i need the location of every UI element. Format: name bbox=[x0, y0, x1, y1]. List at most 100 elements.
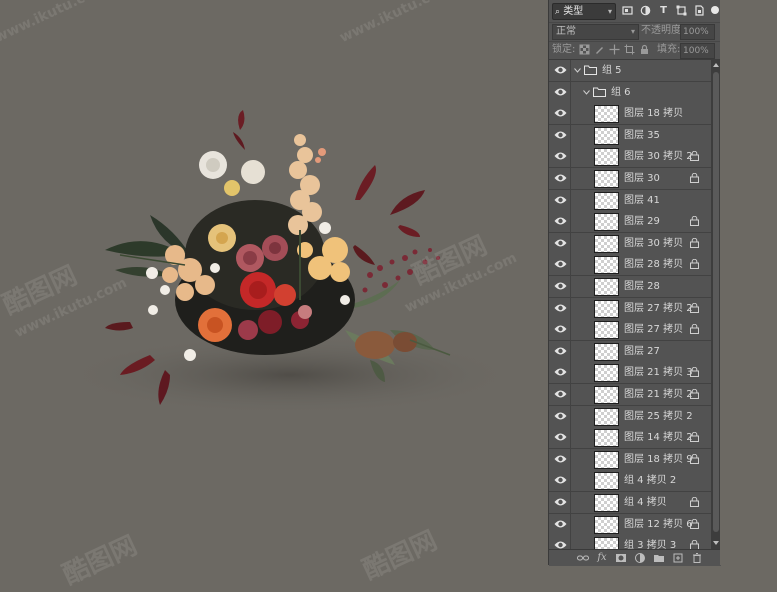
visibility-eye-icon[interactable] bbox=[554, 389, 567, 399]
pixel-filter-icon[interactable] bbox=[622, 5, 633, 16]
visibility-eye-icon[interactable] bbox=[554, 367, 567, 377]
scroll-up-icon[interactable] bbox=[713, 63, 719, 67]
layer-thumbnail[interactable] bbox=[594, 472, 619, 491]
layer-row[interactable]: 组 4 拷贝 2 bbox=[549, 470, 711, 493]
visibility-eye-icon[interactable] bbox=[554, 173, 567, 183]
layer-name[interactable]: 组 4 拷贝 2 bbox=[624, 470, 676, 491]
visibility-eye-icon[interactable] bbox=[554, 87, 567, 97]
visibility-eye-icon[interactable] bbox=[554, 130, 567, 140]
chevron-down-icon[interactable] bbox=[574, 67, 581, 74]
layer-name[interactable]: 图层 14 拷贝 2 bbox=[624, 427, 693, 448]
layer-row[interactable]: 图层 35 bbox=[549, 124, 711, 147]
smart-object-filter-icon[interactable] bbox=[694, 5, 705, 16]
layer-name[interactable]: 图层 27 拷贝 bbox=[624, 319, 683, 340]
layer-thumbnail[interactable] bbox=[594, 105, 619, 124]
layer-row[interactable]: 图层 30 拷贝 bbox=[549, 232, 711, 255]
layer-thumbnail[interactable] bbox=[594, 386, 619, 404]
visibility-eye-icon[interactable] bbox=[554, 238, 567, 248]
layer-row[interactable]: 图层 27 拷贝 2 bbox=[549, 297, 711, 320]
filter-toggle-icon[interactable] bbox=[711, 6, 719, 14]
layer-name[interactable]: 图层 27 拷贝 2 bbox=[624, 298, 693, 319]
visibility-eye-icon[interactable] bbox=[554, 540, 567, 549]
layer-thumbnail[interactable] bbox=[594, 364, 619, 383]
layer-name[interactable]: 图层 41 bbox=[624, 190, 660, 211]
layer-row[interactable]: 图层 30 bbox=[549, 168, 711, 190]
visibility-eye-icon[interactable] bbox=[554, 519, 567, 529]
layer-name[interactable]: 图层 28 拷贝 bbox=[624, 254, 683, 275]
layer-thumbnail[interactable] bbox=[594, 494, 619, 512]
visibility-eye-icon[interactable] bbox=[554, 497, 567, 507]
visibility-eye-icon[interactable] bbox=[554, 411, 567, 421]
adjustment-filter-icon[interactable] bbox=[640, 5, 651, 16]
layer-thumbnail[interactable] bbox=[594, 213, 619, 232]
layer-thumbnail[interactable] bbox=[594, 407, 619, 426]
layer-thumbnail[interactable] bbox=[594, 191, 619, 210]
layer-thumbnail[interactable] bbox=[594, 170, 619, 188]
layer-row[interactable]: 图层 28 拷贝 bbox=[549, 254, 711, 277]
fill-field[interactable]: 100% bbox=[680, 43, 715, 59]
lock-position-icon[interactable] bbox=[609, 44, 620, 55]
layer-row[interactable]: 图层 21 拷贝 2 bbox=[549, 384, 711, 406]
layer-thumbnail[interactable] bbox=[594, 234, 619, 253]
blend-mode-select[interactable]: 正常 ▾ bbox=[552, 24, 639, 40]
layer-name[interactable]: 组 6 bbox=[611, 82, 631, 103]
layer-row[interactable]: 图层 14 拷贝 2 bbox=[549, 427, 711, 450]
layer-thumbnail[interactable] bbox=[594, 126, 619, 145]
filter-kind-select[interactable]: ⌕ 类型 ▾ bbox=[552, 3, 616, 20]
layer-name[interactable]: 图层 30 拷贝 bbox=[624, 233, 683, 254]
document-canvas[interactable]: 酷图网 www.ikutu.com 酷图网 www.ikutu.com www.… bbox=[0, 0, 548, 591]
visibility-eye-icon[interactable] bbox=[554, 108, 567, 118]
layer-row[interactable]: 图层 25 拷贝 2 bbox=[549, 405, 711, 428]
layer-row[interactable]: 图层 29 bbox=[549, 211, 711, 234]
layer-row[interactable]: 组 3 拷贝 3 bbox=[549, 535, 711, 549]
visibility-eye-icon[interactable] bbox=[554, 151, 567, 161]
layer-name[interactable]: 图层 30 bbox=[624, 168, 660, 189]
layer-thumbnail[interactable] bbox=[594, 515, 619, 534]
layer-thumbnail[interactable] bbox=[594, 450, 619, 469]
layer-thumbnail[interactable] bbox=[594, 256, 619, 275]
layer-thumbnail[interactable] bbox=[594, 278, 619, 296]
visibility-eye-icon[interactable] bbox=[554, 346, 567, 356]
layer-row[interactable]: 图层 27 拷贝 bbox=[549, 319, 711, 342]
delete-layer-icon[interactable] bbox=[691, 552, 703, 564]
new-group-icon[interactable] bbox=[653, 552, 665, 564]
layer-list[interactable]: 组 5组 6 图层 18 拷贝 图层 35 图层 30 拷贝 2 图层 30 图层 41 图… bbox=[549, 60, 711, 549]
visibility-eye-icon[interactable] bbox=[554, 324, 567, 334]
visibility-eye-icon[interactable] bbox=[554, 432, 567, 442]
layer-name[interactable]: 组 4 拷贝 bbox=[624, 492, 667, 513]
visibility-eye-icon[interactable] bbox=[554, 216, 567, 226]
layer-thumbnail[interactable] bbox=[594, 537, 619, 549]
link-layers-icon[interactable] bbox=[577, 552, 589, 564]
layer-row[interactable]: 组 4 拷贝 bbox=[549, 492, 711, 514]
visibility-eye-icon[interactable] bbox=[554, 303, 567, 313]
layer-row[interactable]: 图层 30 拷贝 2 bbox=[549, 146, 711, 169]
layer-row[interactable]: 图层 18 拷贝 9 bbox=[549, 448, 711, 471]
layer-name[interactable]: 图层 18 拷贝 9 bbox=[624, 449, 693, 470]
visibility-eye-icon[interactable] bbox=[554, 475, 567, 485]
layer-name[interactable]: 组 3 拷贝 3 bbox=[624, 535, 676, 549]
new-layer-icon[interactable] bbox=[672, 552, 684, 564]
add-mask-icon[interactable] bbox=[615, 552, 627, 564]
shape-filter-icon[interactable] bbox=[676, 5, 687, 16]
visibility-eye-icon[interactable] bbox=[554, 195, 567, 205]
layer-name[interactable]: 图层 28 bbox=[624, 276, 660, 297]
layer-name[interactable]: 图层 12 拷贝 6 bbox=[624, 514, 693, 535]
visibility-eye-icon[interactable] bbox=[554, 65, 567, 75]
layer-row[interactable]: 图层 41 bbox=[549, 189, 711, 212]
layer-name[interactable]: 图层 25 拷贝 2 bbox=[624, 406, 693, 427]
layer-style-fx-icon[interactable]: fx bbox=[596, 552, 608, 564]
layer-row[interactable]: 图层 12 拷贝 6 bbox=[549, 513, 711, 536]
scroll-down-icon[interactable] bbox=[713, 541, 719, 545]
layer-row[interactable]: 图层 21 拷贝 3 bbox=[549, 362, 711, 385]
layer-thumbnail[interactable] bbox=[594, 148, 619, 167]
layer-name[interactable]: 图层 21 拷贝 3 bbox=[624, 362, 693, 383]
type-filter-icon[interactable]: T bbox=[658, 5, 669, 16]
layer-name[interactable]: 图层 27 bbox=[624, 341, 660, 362]
visibility-eye-icon[interactable] bbox=[554, 281, 567, 291]
visibility-eye-icon[interactable] bbox=[554, 454, 567, 464]
layer-name[interactable]: 图层 29 bbox=[624, 211, 660, 232]
lock-all-icon[interactable] bbox=[639, 44, 650, 55]
layer-thumbnail[interactable] bbox=[594, 429, 619, 448]
layer-name[interactable]: 图层 30 拷贝 2 bbox=[624, 146, 693, 167]
layer-group-row[interactable]: 组 5 bbox=[549, 60, 711, 82]
